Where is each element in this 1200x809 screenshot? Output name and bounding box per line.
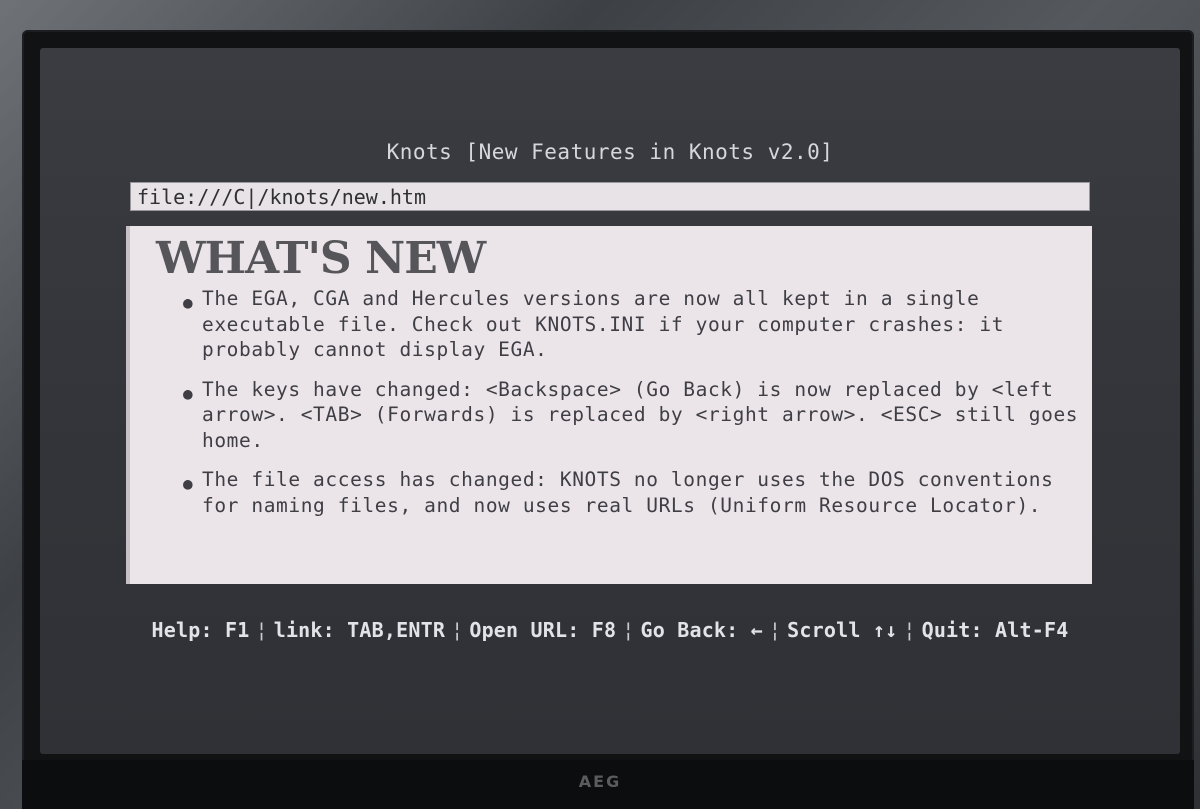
separator: ¦ [903, 618, 916, 642]
list-item: ● The file access has changed: KNOTS no … [180, 467, 1080, 518]
monitor-screen: Knots [New Features in Knots v2.0] file:… [40, 48, 1180, 754]
help-hint: Help: F1 [151, 618, 250, 642]
feature-list: ● The EGA, CGA and Hercules versions are… [180, 286, 1080, 532]
separator: ¦ [255, 618, 268, 642]
page-content: WHAT'S NEW ● The EGA, CGA and Hercules v… [126, 226, 1092, 584]
separator: ¦ [768, 618, 782, 642]
separator: ¦ [451, 618, 464, 642]
scroll-hint: Scroll ↑↓ [787, 618, 898, 642]
go-back-hint: Go Back: ← [640, 618, 763, 642]
open-url-hint: Open URL: F8 [469, 618, 617, 642]
bullet-dot-icon: ● [183, 293, 194, 312]
list-item-text: The file access has changed: KNOTS no lo… [202, 468, 1054, 517]
url-input[interactable]: file:///C|/knots/new.htm [130, 182, 1090, 211]
list-item-text: The keys have changed: <Backspace> (Go B… [202, 377, 1079, 452]
bullet-dot-icon: ● [183, 383, 194, 403]
bullet-dot-icon: ● [183, 474, 194, 493]
quit-hint: Quit: Alt-F4 [921, 618, 1069, 642]
separator: ¦ [622, 618, 635, 642]
key-help-bar: Help: F1 ¦ link: TAB,ENTR ¦ Open URL: F8 ¦ Go … [40, 618, 1180, 642]
list-item: ● The keys have changed: <Backspace> (Go… [180, 377, 1080, 454]
monitor-brand-logo: AEG [578, 772, 622, 791]
link-hint: link: TAB,ENTR [273, 618, 446, 642]
page-heading: WHAT'S NEW [156, 233, 486, 284]
list-item: ● The EGA, CGA and Hercules versions are… [180, 286, 1080, 363]
window-title: Knots [New Features in Knots v2.0] [386, 140, 834, 164]
list-item-text: The EGA, CGA and Hercules versions are n… [202, 287, 1005, 361]
